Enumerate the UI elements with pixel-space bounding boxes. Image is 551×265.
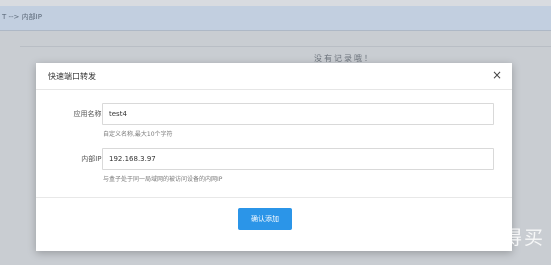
breadcrumb: T --> 内部IP — [0, 6, 551, 31]
table-header-divider — [20, 46, 551, 47]
port-forward-dialog: 快速端口转发 × 应用名称* test4 自定义名称,最大10个字符 内部IP*… — [36, 63, 512, 251]
dialog-header: 快速端口转发 × — [36, 63, 512, 90]
internal-ip-input[interactable]: 192.168.3.97 — [102, 148, 494, 170]
internal-ip-label: 内部IP* — [46, 154, 106, 164]
svg-text:买: 买 — [524, 227, 543, 249]
internal-ip-hint: 与盒子处于同一局域网的被访问设备的内网IP — [103, 176, 223, 183]
svg-text:得: 得 — [503, 227, 522, 249]
app-name-value: test4 — [109, 110, 127, 118]
app-name-input[interactable]: test4 — [102, 103, 494, 125]
internal-ip-label-text: 内部IP — [81, 155, 102, 163]
breadcrumb-text: T --> 内部IP — [2, 13, 42, 21]
internal-ip-value: 192.168.3.97 — [109, 155, 156, 163]
watermark-logo: 新 值 得 买 — [462, 227, 543, 249]
dialog-title: 快速端口转发 — [48, 72, 96, 81]
svg-text:新: 新 — [462, 227, 482, 249]
svg-text:值: 值 — [482, 227, 501, 249]
confirm-add-button[interactable]: 确认添加 — [238, 208, 292, 230]
app-name-label: 应用名称* — [46, 109, 107, 119]
dialog-footer-divider — [36, 197, 512, 198]
close-button[interactable]: × — [490, 68, 504, 82]
close-icon: × — [491, 68, 503, 82]
app-name-label-text: 应用名称 — [73, 110, 102, 118]
app-name-hint: 自定义名称,最大10个字符 — [103, 131, 173, 138]
